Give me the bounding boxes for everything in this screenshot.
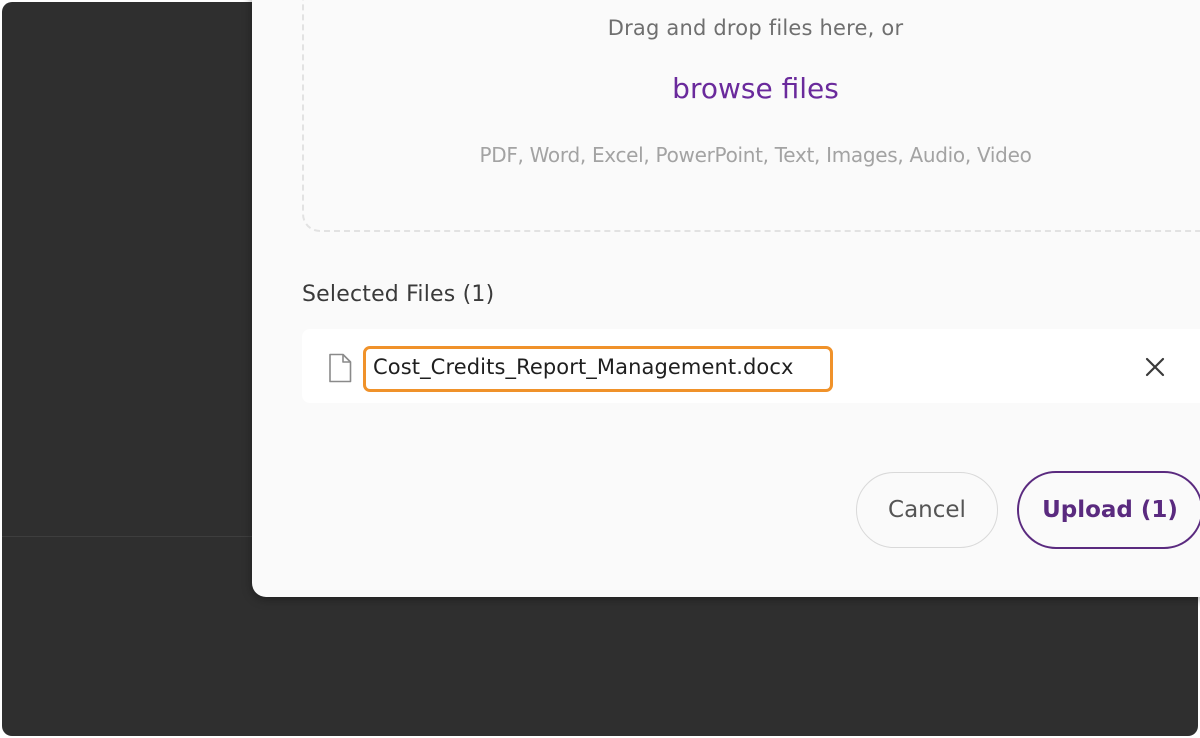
remove-file-button[interactable] <box>1142 354 1168 380</box>
selected-files-title: Selected Files (1) <box>302 282 495 307</box>
backdrop-divider <box>2 536 262 537</box>
selected-file-name: Cost_Credits_Report_Management.docx <box>373 355 794 379</box>
upload-dialog: Drag and drop files here, or browse file… <box>252 0 1200 597</box>
selected-file-item: Cost_Credits_Report_Management.docx <box>302 329 1200 403</box>
browse-files-link[interactable]: browse files <box>304 72 1200 105</box>
file-icon <box>328 353 352 383</box>
cancel-button[interactable]: Cancel <box>856 472 998 548</box>
upload-button[interactable]: Upload (1) <box>1017 471 1200 549</box>
close-icon <box>1145 357 1165 377</box>
dropzone-instruction: Drag and drop files here, or <box>607 16 904 40</box>
file-dropzone[interactable]: Drag and drop files here, or browse file… <box>302 0 1200 232</box>
supported-file-types: PDF, Word, Excel, PowerPoint, Text, Imag… <box>479 143 1032 167</box>
